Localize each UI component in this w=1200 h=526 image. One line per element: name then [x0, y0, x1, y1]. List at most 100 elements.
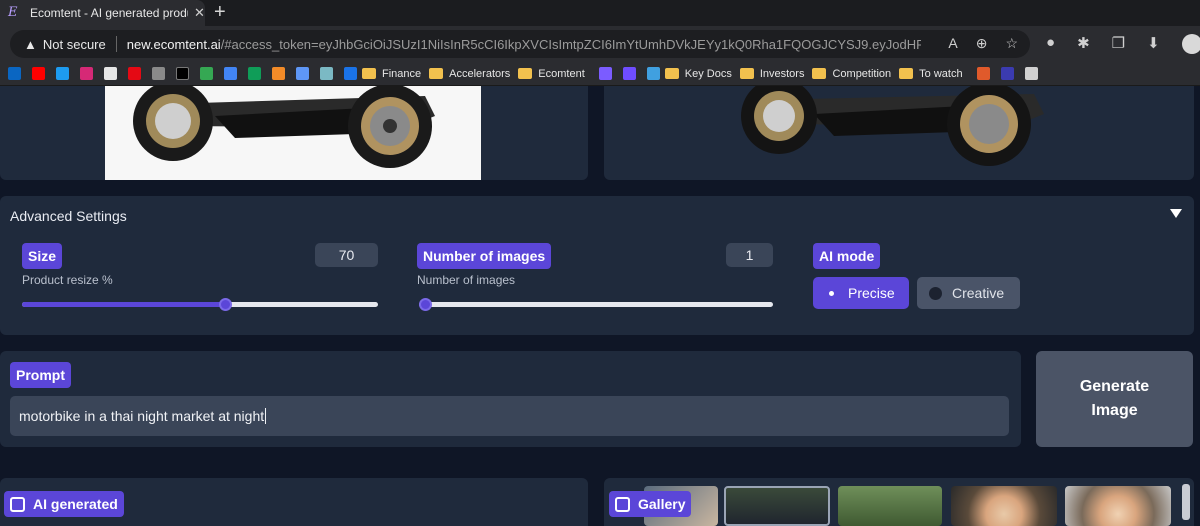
instagram-icon[interactable] — [80, 67, 93, 80]
browser-tab-strip: E Ecomtent - AI generated product ✕ + — [0, 0, 1200, 26]
url-path[interactable]: /#access_token=eyJhbGciOiJSUzI1NiIsInR5c… — [221, 37, 921, 52]
ai-mode-creative-option[interactable]: Creative — [917, 277, 1020, 309]
bookmark-icon[interactable] — [104, 67, 117, 80]
extensions-puzzle-icon[interactable]: ✱ — [1077, 34, 1090, 54]
gallery-thumbnail[interactable] — [838, 486, 942, 526]
security-label[interactable]: Not secure — [43, 37, 106, 52]
number-of-images-slider[interactable] — [419, 298, 773, 311]
size-value-field[interactable]: 70 — [315, 243, 378, 267]
bookmark-icon[interactable] — [598, 67, 612, 80]
folder-icon — [739, 68, 754, 79]
address-bar[interactable]: ▲ Not secure new.ecomtent.ai /#access_to… — [10, 30, 1030, 58]
ai-mode-label: AI mode — [813, 243, 881, 269]
bookmark-icon[interactable] — [320, 67, 333, 80]
app-icon[interactable] — [176, 67, 189, 80]
bookmark-icon[interactable] — [976, 67, 990, 80]
bookmark-icon[interactable] — [1000, 67, 1014, 80]
bookmark-label: Accelerators — [449, 67, 511, 80]
gallery-label: Gallery — [609, 491, 692, 517]
bookmark-folder[interactable]: Investors — [739, 67, 805, 80]
radio-unselected-icon — [929, 286, 942, 300]
zoom-icon[interactable]: ⊕ — [976, 35, 988, 52]
twitter-icon[interactable] — [56, 67, 69, 80]
linkedin-icon[interactable] — [8, 67, 21, 80]
bookmark-icon[interactable] — [646, 67, 660, 80]
bookmark-icon[interactable] — [296, 67, 309, 80]
profile-avatar[interactable] — [1181, 34, 1200, 54]
bookmark-label: Key Docs — [684, 67, 732, 80]
read-aloud-icon[interactable]: A — [948, 35, 957, 52]
folder-icon — [899, 68, 914, 79]
extension-circle-icon[interactable]: ● — [1046, 34, 1055, 54]
divider — [115, 36, 117, 52]
folder-icon — [518, 68, 533, 79]
folder-icon — [362, 68, 376, 79]
gallery-thumbnail[interactable] — [724, 486, 830, 526]
play-icon[interactable] — [200, 67, 213, 80]
gallery-thumbnail[interactable] — [951, 486, 1057, 526]
tab-close-icon[interactable]: ✕ — [194, 5, 205, 21]
sheets-icon[interactable] — [248, 67, 261, 80]
collapse-caret-icon[interactable] — [1170, 209, 1182, 218]
creative-label: Creative — [952, 285, 1005, 301]
generate-button-line2: Image — [1091, 402, 1138, 419]
prompt-label: Prompt — [10, 362, 71, 388]
product-photo — [105, 86, 481, 180]
bookmark-label: Investors — [759, 67, 805, 80]
folder-icon — [664, 68, 679, 79]
motorbike-image — [734, 86, 1064, 180]
app-page: Advanced Settings Size 70 Product resize… — [0, 86, 1200, 526]
prompt-panel: Prompt motorbike in a thai night market … — [0, 351, 1021, 447]
generate-image-button[interactable]: Generate Image — [1036, 351, 1193, 447]
warning-icon[interactable]: ▲ — [24, 37, 37, 52]
bookmark-label: Finance — [382, 67, 422, 80]
link-icon[interactable] — [152, 67, 165, 80]
size-slider-thumb[interactable] — [218, 298, 232, 311]
number-of-images-slider-thumb[interactable] — [419, 298, 432, 311]
bookmark-folder[interactable]: Ecomtent — [518, 67, 585, 80]
bookmark-folder[interactable]: Finance — [362, 68, 421, 80]
bookmark-icon[interactable] — [622, 67, 636, 80]
gallery-thumbnail[interactable] — [1065, 486, 1171, 526]
advanced-settings-title[interactable]: Advanced Settings — [10, 208, 127, 224]
youtube-icon[interactable] — [32, 67, 45, 80]
box-icon[interactable] — [272, 67, 285, 80]
gallery-scrollbar[interactable] — [1182, 484, 1190, 520]
result-image-card — [604, 86, 1194, 180]
prompt-input[interactable]: motorbike in a thai night market at nigh… — [10, 396, 1009, 436]
number-of-images-label: Number of images — [417, 243, 552, 269]
netflix-icon[interactable] — [128, 67, 141, 80]
bookmark-folder[interactable]: To watch — [899, 67, 963, 80]
generate-button-line1: Generate — [1079, 378, 1150, 395]
bookmarks-bar: Finance Accelerators Ecomtent Key Docs I… — [0, 62, 1200, 86]
downloads-icon[interactable]: ⬇ — [1147, 34, 1160, 54]
number-of-images-sublabel: Number of images — [417, 273, 516, 287]
bookmark-label: Ecomtent — [538, 67, 585, 80]
url-host[interactable]: new.ecomtent.ai — [127, 37, 221, 52]
number-of-images-value-field[interactable]: 1 — [726, 243, 773, 267]
text-cursor — [265, 408, 267, 424]
document-icon[interactable] — [1024, 67, 1038, 80]
favorite-star-icon[interactable]: ☆ — [1005, 35, 1018, 52]
bookmark-folder[interactable]: Competition — [812, 68, 891, 80]
prompt-text: motorbike in a thai night market at nigh… — [19, 408, 265, 424]
ai-generated-text: AI generated — [33, 496, 118, 512]
folder-icon — [429, 68, 444, 79]
browser-tab[interactable]: E Ecomtent - AI generated product ✕ — [0, 0, 205, 26]
folder-icon — [812, 68, 827, 79]
collections-icon[interactable]: ❐ — [1112, 34, 1125, 54]
gallery-panel: Gallery — [604, 478, 1194, 526]
gallery-thumbnails — [604, 486, 1194, 526]
bookmark-icon[interactable] — [344, 67, 357, 80]
bookmark-folder[interactable]: Key Docs — [664, 67, 732, 80]
result-photo — [734, 86, 1064, 180]
bookmark-label: To watch — [919, 67, 963, 80]
bookmark-folder[interactable]: Accelerators — [429, 68, 510, 80]
size-slider[interactable] — [22, 298, 378, 311]
image-icon — [615, 496, 630, 512]
docs-icon[interactable] — [224, 67, 237, 80]
advanced-settings-panel: Advanced Settings Size 70 Product resize… — [0, 196, 1194, 335]
gallery-text: Gallery — [638, 496, 686, 512]
new-tab-button[interactable]: + — [214, 2, 226, 22]
ai-mode-precise-option[interactable]: Precise — [813, 277, 909, 309]
